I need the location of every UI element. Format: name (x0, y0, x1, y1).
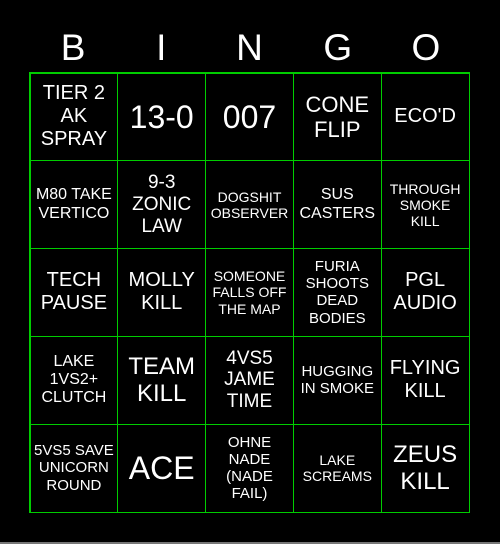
bingo-cell[interactable]: ECO'D (380, 72, 470, 162)
bingo-cell[interactable]: SOMEONE FALLS OFF THE MAP (205, 248, 294, 337)
bingo-header: B I N G O (29, 24, 470, 72)
bingo-cell[interactable]: THROUGH SMOKE KILL (380, 160, 470, 250)
bingo-cell[interactable]: TECH PAUSE (29, 248, 119, 337)
header-letter-i: I (156, 27, 167, 68)
header-letter-n: N (236, 27, 263, 68)
bingo-cell[interactable]: 4VS5 JAME TIME (205, 335, 294, 425)
bingo-cell[interactable]: LAKE 1VS2+ CLUTCH (29, 335, 119, 425)
bingo-cell[interactable]: OHNE NADE (NADE FAIL) (205, 423, 294, 513)
bingo-cell[interactable]: DOGSHIT OBSERVER (205, 160, 294, 250)
bingo-cell[interactable]: HUGGING IN SMOKE (292, 335, 382, 425)
bingo-cell[interactable]: TIER 2 AK SPRAY (29, 72, 119, 162)
bingo-cell[interactable]: 5VS5 SAVE UNICORN ROUND (29, 423, 119, 513)
bingo-cell[interactable]: ZEUS KILL (380, 423, 470, 513)
header-letter-b: B (60, 27, 86, 68)
bingo-cell[interactable]: MOLLY KILL (117, 248, 207, 337)
bingo-card-grid: TIER 2 AK SPRAY 13-0 007 CONE FLIP ECO'D… (29, 72, 470, 513)
bingo-cell[interactable]: FURIA SHOOTS DEAD BODIES (292, 248, 382, 337)
header-letter-o: O (411, 27, 441, 68)
bingo-cell[interactable]: CONE FLIP (292, 72, 382, 162)
bingo-cell[interactable]: PGL AUDIO (380, 248, 470, 337)
bingo-cell[interactable]: ACE (117, 423, 207, 513)
bingo-cell[interactable]: 007 (205, 72, 294, 162)
bingo-cell[interactable]: 13-0 (117, 72, 207, 162)
bingo-cell[interactable]: SUS CASTERS (292, 160, 382, 250)
header-letter-g: G (323, 27, 353, 68)
bingo-cell[interactable]: 9-3 ZONIC LAW (117, 160, 207, 250)
bingo-cell[interactable]: TEAM KILL (117, 335, 207, 425)
bingo-cell[interactable]: M80 TAKE VERTICO (29, 160, 119, 250)
bingo-cell[interactable]: LAKE SCREAMS (292, 423, 382, 513)
bingo-cell[interactable]: FLYING KILL (380, 335, 470, 425)
